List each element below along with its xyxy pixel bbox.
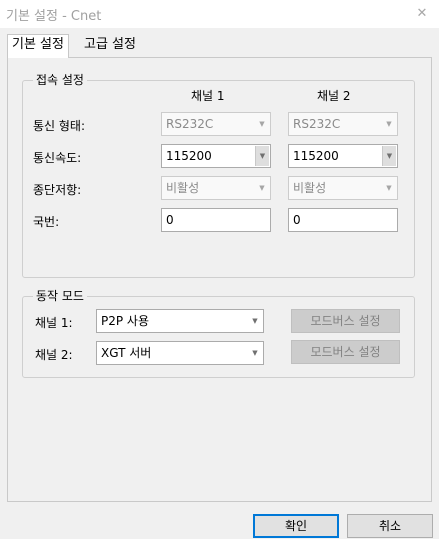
chevron-down-icon: ▼: [259, 184, 265, 192]
channel-1-comm-type-value: RS232C: [166, 117, 214, 131]
channel-1-baud-rate-combo[interactable]: 115200 ▼: [161, 144, 271, 168]
channel-1-baud-rate-value: 115200: [166, 149, 212, 163]
close-icon[interactable]: ✕: [411, 3, 433, 23]
chevron-down-icon: ▼: [386, 184, 392, 192]
tab-advanced-settings[interactable]: 고급 설정: [80, 35, 140, 57]
channel-2-station-input[interactable]: 0: [288, 208, 398, 232]
cancel-button[interactable]: 취소: [347, 514, 433, 538]
baud-rate-label: 통신속도:: [33, 151, 82, 165]
termination-label: 종단저항:: [33, 183, 82, 197]
chevron-down-icon[interactable]: ▼: [248, 311, 262, 331]
station-number-label: 국번:: [33, 215, 60, 229]
channel-2-header: 채널 2: [317, 89, 351, 103]
chevron-down-icon[interactable]: ▼: [382, 146, 396, 166]
tab-basic-settings[interactable]: 기본 설정: [7, 34, 69, 58]
chevron-down-icon[interactable]: ▼: [248, 343, 262, 363]
channel-1-mode-combo[interactable]: P2P 사용 ▼: [96, 309, 264, 333]
window-title: 기본 설정 - Cnet: [6, 9, 102, 24]
chevron-down-icon[interactable]: ▼: [255, 146, 269, 166]
connection-settings-legend: 접속 설정: [33, 73, 87, 87]
connection-settings-group: 접속 설정 채널 1 채널 2 통신 형태: RS232C ▼ RS232C ▼…: [22, 73, 415, 278]
channel-1-header: 채널 1: [191, 89, 225, 103]
title-bar: 기본 설정 - Cnet ✕: [0, 0, 439, 28]
channel-2-termination-value: 비활성: [293, 181, 327, 195]
chevron-down-icon: ▼: [386, 120, 392, 128]
chevron-down-icon: ▼: [259, 120, 265, 128]
comm-type-label: 통신 형태:: [33, 119, 86, 133]
channel-1-modbus-settings-button: 모드버스 설정: [291, 309, 400, 333]
channel-2-baud-rate-value: 115200: [293, 149, 339, 163]
dialog-body: 기본 설정 고급 설정 접속 설정 채널 1 채널 2 통신 형태: RS232…: [0, 28, 439, 539]
channel-2-baud-rate-combo[interactable]: 115200 ▼: [288, 144, 398, 168]
mode-channel-2-label: 채널 2:: [35, 348, 73, 362]
channel-2-modbus-settings-button: 모드버스 설정: [291, 340, 400, 364]
channel-1-termination-value: 비활성: [166, 181, 200, 195]
channel-1-comm-type-combo: RS232C ▼: [161, 112, 271, 136]
channel-2-comm-type-combo: RS232C ▼: [288, 112, 398, 136]
operation-mode-legend: 동작 모드: [33, 289, 87, 303]
ok-button[interactable]: 확인: [253, 514, 339, 538]
channel-2-mode-value: XGT 서버: [101, 346, 152, 360]
channel-1-station-input[interactable]: 0: [161, 208, 271, 232]
channel-1-mode-value: P2P 사용: [101, 314, 150, 328]
mode-channel-1-label: 채널 1:: [35, 316, 73, 330]
channel-1-termination-combo: 비활성 ▼: [161, 176, 271, 200]
channel-2-comm-type-value: RS232C: [293, 117, 341, 131]
channel-2-mode-combo[interactable]: XGT 서버 ▼: [96, 341, 264, 365]
channel-2-termination-combo: 비활성 ▼: [288, 176, 398, 200]
operation-mode-group: 동작 모드 채널 1: P2P 사용 ▼ 모드버스 설정 채널 2: XGT 서…: [22, 289, 415, 378]
tab-panel: 접속 설정 채널 1 채널 2 통신 형태: RS232C ▼ RS232C ▼…: [7, 57, 432, 502]
